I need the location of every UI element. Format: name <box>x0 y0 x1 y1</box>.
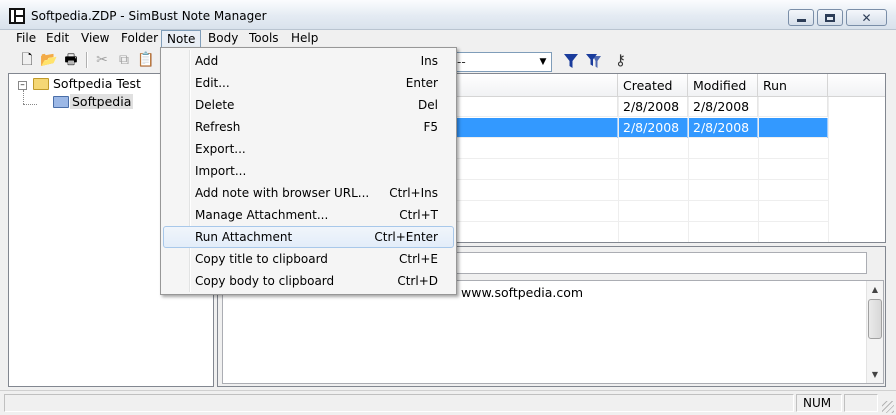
close-button[interactable]: ✕ <box>846 9 887 26</box>
menu-item-export[interactable]: Export... <box>163 138 454 160</box>
cell-run <box>758 97 828 117</box>
status-scrl <box>844 394 878 412</box>
menu-item-copy-body[interactable]: Copy body to clipboard Ctrl+D <box>163 270 454 292</box>
menu-body[interactable]: Body <box>203 30 243 48</box>
filter-combo-value: -- <box>457 55 466 69</box>
filter-icon[interactable] <box>562 52 580 70</box>
collapse-icon[interactable]: – <box>18 81 27 90</box>
column-header-run[interactable]: Run <box>758 74 828 97</box>
resize-grip-icon[interactable] <box>882 401 894 413</box>
menu-file[interactable]: File <box>11 30 41 48</box>
status-bar: NUM <box>0 390 896 415</box>
maximize-button[interactable] <box>817 9 843 26</box>
menu-item-copy-title[interactable]: Copy title to clipboard Ctrl+E <box>163 248 454 270</box>
cell-modified: 2/8/2008 <box>688 118 758 138</box>
menu-item-import[interactable]: Import... <box>163 160 454 182</box>
note-body-text: www.softpedia.com <box>461 285 584 300</box>
tree-item-child[interactable]: Softpedia <box>70 94 134 109</box>
menu-folder[interactable]: Folder <box>116 30 163 48</box>
menu-tools[interactable]: Tools <box>244 30 284 48</box>
menu-item-add-browser-url[interactable]: Add note with browser URL... Ctrl+Ins <box>163 182 454 204</box>
menu-item-edit[interactable]: Edit... Enter <box>163 72 454 94</box>
filter-clear-icon[interactable] <box>584 52 602 70</box>
folder-icon <box>33 78 49 90</box>
note-menu-dropdown: Add Ins Edit... Enter Delete Del Refresh… <box>160 47 457 295</box>
chevron-down-icon[interactable]: ▼ <box>535 53 551 71</box>
maximize-icon <box>825 13 835 22</box>
app-icon[interactable] <box>9 8 25 24</box>
minimize-icon <box>796 18 806 22</box>
tree-item-root[interactable]: Softpedia Test <box>53 76 141 91</box>
menu-edit[interactable]: Edit <box>41 30 74 48</box>
status-message <box>4 394 794 412</box>
scroll-down-icon[interactable]: ▼ <box>867 366 883 383</box>
menu-item-manage-attachment[interactable]: Manage Attachment... Ctrl+T <box>163 204 454 226</box>
window-controls: ✕ <box>788 9 887 26</box>
open-folder-icon <box>53 96 69 108</box>
new-file-icon[interactable]: 🗋 <box>18 51 36 69</box>
cell-created: 2/8/2008 <box>618 118 688 138</box>
filter-combo[interactable]: -- ▼ <box>452 52 552 72</box>
menu-note[interactable]: Note <box>161 30 202 48</box>
window-title: Softpedia.ZDP - SimBust Note Manager <box>31 9 267 23</box>
menu-item-run-attachment[interactable]: Run Attachment Ctrl+Enter <box>163 226 454 248</box>
column-header-modified[interactable]: Modified <box>688 74 758 97</box>
scroll-up-icon[interactable]: ▲ <box>867 281 883 298</box>
menu-help[interactable]: Help <box>286 30 323 48</box>
cut-icon[interactable]: ✂ <box>93 51 111 69</box>
menu-bar: File Edit View Folder Note Body Tools He… <box>0 30 896 48</box>
column-header-created[interactable]: Created <box>618 74 688 97</box>
cell-run <box>758 118 828 138</box>
menu-item-add[interactable]: Add Ins <box>163 50 454 72</box>
open-folder-icon[interactable]: 📂 <box>40 51 58 69</box>
minimize-button[interactable] <box>788 9 814 26</box>
note-body-editor[interactable]: www.softpedia.com ▲ ▼ <box>222 280 884 384</box>
paste-icon[interactable]: 📋 <box>137 51 155 69</box>
print-icon[interactable]: 🖶 <box>62 51 80 69</box>
cell-created: 2/8/2008 <box>618 97 688 117</box>
vertical-scrollbar[interactable]: ▲ ▼ <box>866 281 883 383</box>
copy-icon[interactable]: ⧉ <box>115 51 133 69</box>
scroll-thumb[interactable] <box>868 299 882 339</box>
key-icon[interactable]: ⚷ <box>615 51 626 69</box>
title-bar: Softpedia.ZDP - SimBust Note Manager ✕ <box>0 0 896 30</box>
cell-modified: 2/8/2008 <box>688 97 758 117</box>
menu-item-refresh[interactable]: Refresh F5 <box>163 116 454 138</box>
menu-item-delete[interactable]: Delete Del <box>163 94 454 116</box>
status-num: NUM <box>796 394 842 412</box>
menu-view[interactable]: View <box>76 30 114 48</box>
close-icon: ✕ <box>861 10 872 25</box>
